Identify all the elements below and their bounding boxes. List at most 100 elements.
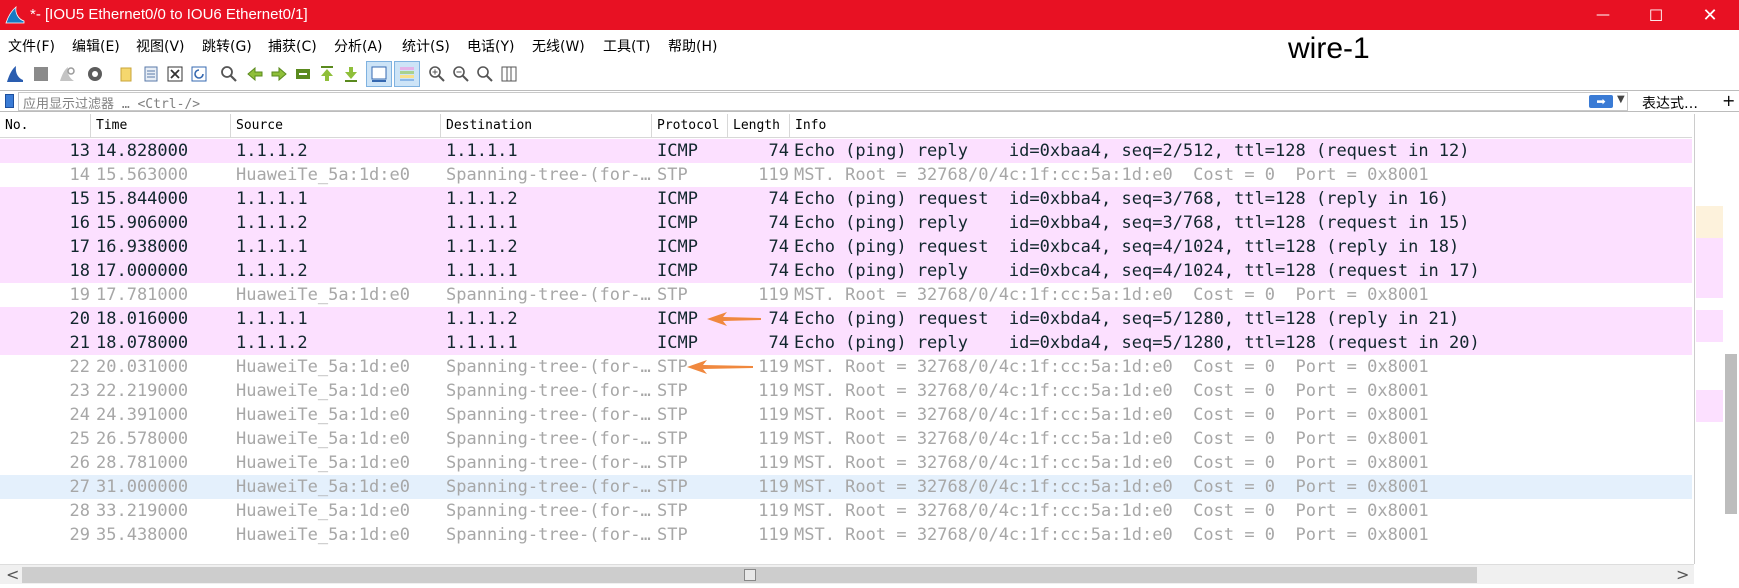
close-file-button[interactable] bbox=[164, 63, 186, 85]
display-filter-bar: 应用显示过滤器 … <Ctrl-/> ➡ ▼ 表达式… + bbox=[0, 90, 1739, 112]
normal-size-icon bbox=[477, 66, 493, 82]
menu-file[interactable]: 文件(F) bbox=[8, 36, 55, 56]
scroll-grip-icon bbox=[744, 569, 756, 581]
packet-length-cell: 119 bbox=[758, 405, 789, 425]
menu-statistics[interactable]: 统计(S) bbox=[402, 36, 450, 56]
stop-capture-button[interactable] bbox=[30, 63, 52, 85]
minimap-marker bbox=[1696, 270, 1723, 298]
column-header-destination[interactable]: Destination bbox=[441, 114, 652, 138]
packet-row[interactable]: 23 22.219000 HuaweiTe_5a:1d:e0 Spanning-tre… bbox=[0, 379, 1692, 403]
packet-length-cell: 74 bbox=[768, 141, 789, 161]
packet-row[interactable]: 17 16.938000 1.1.1.1 1.1.1.2 ICMP 74 Echo (pin… bbox=[0, 235, 1692, 259]
scroll-left-arrow[interactable]: < bbox=[6, 565, 19, 584]
column-header-info[interactable]: Info bbox=[790, 114, 1692, 138]
column-header-source[interactable]: Source bbox=[231, 114, 441, 138]
menu-telephony[interactable]: 电话(Y) bbox=[467, 36, 514, 56]
capture-options-gear-icon bbox=[88, 67, 102, 81]
vertical-scrollbar[interactable] bbox=[1694, 114, 1739, 564]
open-file-button[interactable] bbox=[116, 63, 138, 85]
column-header-length[interactable]: Length bbox=[728, 114, 790, 138]
packet-row[interactable]: 20 18.016000 1.1.1.1 1.1.1.2 ICMP 74 Echo (pin… bbox=[0, 307, 1692, 331]
menu-view[interactable]: 视图(V) bbox=[136, 36, 185, 56]
menu-capture[interactable]: 捕获(C) bbox=[268, 36, 317, 56]
packet-list-header: No. Time Source Destination Protocol Len… bbox=[0, 114, 1692, 138]
menu-go[interactable]: 跳转(G) bbox=[202, 36, 252, 56]
maximize-icon: ☐ bbox=[1648, 5, 1664, 25]
go-to-packet-button[interactable] bbox=[292, 63, 314, 85]
menu-help[interactable]: 帮助(H) bbox=[668, 36, 717, 56]
reload-button[interactable] bbox=[188, 63, 210, 85]
maximize-button[interactable]: ☐ bbox=[1627, 0, 1685, 30]
column-header-no[interactable]: No. bbox=[0, 114, 91, 138]
column-header-time[interactable]: Time bbox=[91, 114, 231, 138]
packet-info-cell: MST. Root = 32768/0/4c:1f:cc:5a:1d:e0 Co… bbox=[794, 501, 1429, 521]
minimize-button[interactable]: — bbox=[1574, 0, 1632, 30]
go-back-button[interactable] bbox=[244, 63, 266, 85]
packet-length-cell: 74 bbox=[768, 237, 789, 257]
packet-row[interactable]: 14 15.563000 HuaweiTe_5a:1d:e0 Spanning-tre… bbox=[0, 163, 1692, 187]
forward-arrow-icon bbox=[271, 66, 287, 82]
packet-row[interactable]: 27 31.000000 HuaweiTe_5a:1d:e0 Spanning-tre… bbox=[0, 475, 1692, 499]
close-file-icon bbox=[167, 66, 183, 82]
shark-fin-start-icon bbox=[7, 66, 23, 82]
autoscroll-button[interactable] bbox=[366, 61, 392, 87]
packet-info-cell: Echo (ping) reply id=0xbda4, seq=5/1280,… bbox=[794, 333, 1480, 353]
go-forward-button[interactable] bbox=[268, 63, 290, 85]
menu-wireless[interactable]: 无线(W) bbox=[532, 36, 585, 56]
display-filter-input[interactable] bbox=[18, 92, 1628, 111]
packet-length-cell: 119 bbox=[758, 525, 789, 545]
go-to-packet-icon bbox=[296, 69, 310, 79]
horizontal-scrollbar[interactable]: < > bbox=[0, 564, 1694, 584]
zoom-out-icon bbox=[453, 66, 469, 82]
start-capture-button[interactable] bbox=[4, 63, 26, 85]
packet-row[interactable]: 15 15.844000 1.1.1.1 1.1.1.2 ICMP 74 Echo (pin… bbox=[0, 187, 1692, 211]
menu-analyze[interactable]: 分析(A) bbox=[334, 36, 383, 56]
open-folder-icon bbox=[120, 67, 132, 82]
packet-length-cell: 74 bbox=[768, 189, 789, 209]
column-header-protocol[interactable]: Protocol bbox=[652, 114, 728, 138]
save-file-button[interactable] bbox=[140, 63, 162, 85]
packet-row[interactable]: 29 35.438000 HuaweiTe_5a:1d:e0 Spanning-tre… bbox=[0, 523, 1692, 547]
packet-length-cell: 119 bbox=[758, 285, 789, 305]
packet-length-cell: 74 bbox=[768, 309, 789, 329]
filter-bookmark-icon[interactable] bbox=[5, 94, 14, 108]
packet-row[interactable]: 25 26.578000 HuaweiTe_5a:1d:e0 Spanning-tre… bbox=[0, 427, 1692, 451]
capture-options-button[interactable] bbox=[84, 63, 106, 85]
normal-size-button[interactable] bbox=[474, 63, 496, 85]
apply-filter-button[interactable]: ➡ bbox=[1589, 95, 1613, 108]
packet-info-cell: MST. Root = 32768/0/4c:1f:cc:5a:1d:e0 Co… bbox=[794, 165, 1429, 185]
packet-row[interactable]: 24 24.391000 HuaweiTe_5a:1d:e0 Spanning-tre… bbox=[0, 403, 1692, 427]
expression-button[interactable]: 表达式… bbox=[1642, 93, 1698, 113]
find-packet-button[interactable] bbox=[218, 63, 240, 85]
packet-row[interactable]: 28 33.219000 HuaweiTe_5a:1d:e0 Spanning-tre… bbox=[0, 499, 1692, 523]
packet-length-cell: 119 bbox=[758, 165, 789, 185]
filter-history-dropdown[interactable]: ▼ bbox=[1617, 94, 1625, 105]
last-packet-button[interactable] bbox=[340, 63, 362, 85]
packet-row[interactable]: 16 15.906000 1.1.1.2 1.1.1.1 ICMP 74 Echo (pin… bbox=[0, 211, 1692, 235]
add-filter-button[interactable]: + bbox=[1722, 91, 1735, 110]
autoscroll-icon bbox=[371, 66, 387, 82]
scroll-right-arrow[interactable]: > bbox=[1676, 565, 1689, 584]
first-packet-button[interactable] bbox=[316, 63, 338, 85]
restart-capture-button[interactable] bbox=[56, 63, 78, 85]
resize-columns-icon bbox=[501, 66, 517, 82]
zoom-in-button[interactable] bbox=[426, 63, 448, 85]
wireshark-window: { "window": { "title": "*- [IOU5 Etherne… bbox=[0, 0, 1739, 588]
resize-columns-button[interactable] bbox=[498, 63, 520, 85]
packet-row[interactable]: 26 28.781000 HuaweiTe_5a:1d:e0 Spanning-tre… bbox=[0, 451, 1692, 475]
packet-row[interactable]: 21 18.078000 1.1.1.2 1.1.1.1 ICMP 74 Echo (pin… bbox=[0, 331, 1692, 355]
menu-tools[interactable]: 工具(T) bbox=[603, 36, 650, 56]
menu-edit[interactable]: 编辑(E) bbox=[72, 36, 120, 56]
packet-length-cell: 119 bbox=[758, 453, 789, 473]
packet-row[interactable]: 19 17.781000 HuaweiTe_5a:1d:e0 Spanning-tre… bbox=[0, 283, 1692, 307]
vertical-scroll-thumb[interactable] bbox=[1725, 354, 1737, 514]
close-button[interactable]: ✕ bbox=[1681, 0, 1739, 30]
packet-row[interactable]: 22 20.031000 HuaweiTe_5a:1d:e0 Spanning-tre… bbox=[0, 355, 1692, 379]
packet-row[interactable]: 13 14.828000 1.1.1.2 1.1.1.1 ICMP 74 Echo (pin… bbox=[0, 139, 1692, 163]
packet-length-cell: 74 bbox=[768, 261, 789, 281]
zoom-out-button[interactable] bbox=[450, 63, 472, 85]
packet-info-cell: Echo (ping) request id=0xbba4, seq=3/768… bbox=[794, 189, 1450, 209]
colorize-button[interactable] bbox=[394, 61, 420, 87]
back-arrow-icon bbox=[247, 66, 263, 82]
packet-row[interactable]: 18 17.000000 1.1.1.2 1.1.1.1 ICMP 74 Echo (pin… bbox=[0, 259, 1692, 283]
